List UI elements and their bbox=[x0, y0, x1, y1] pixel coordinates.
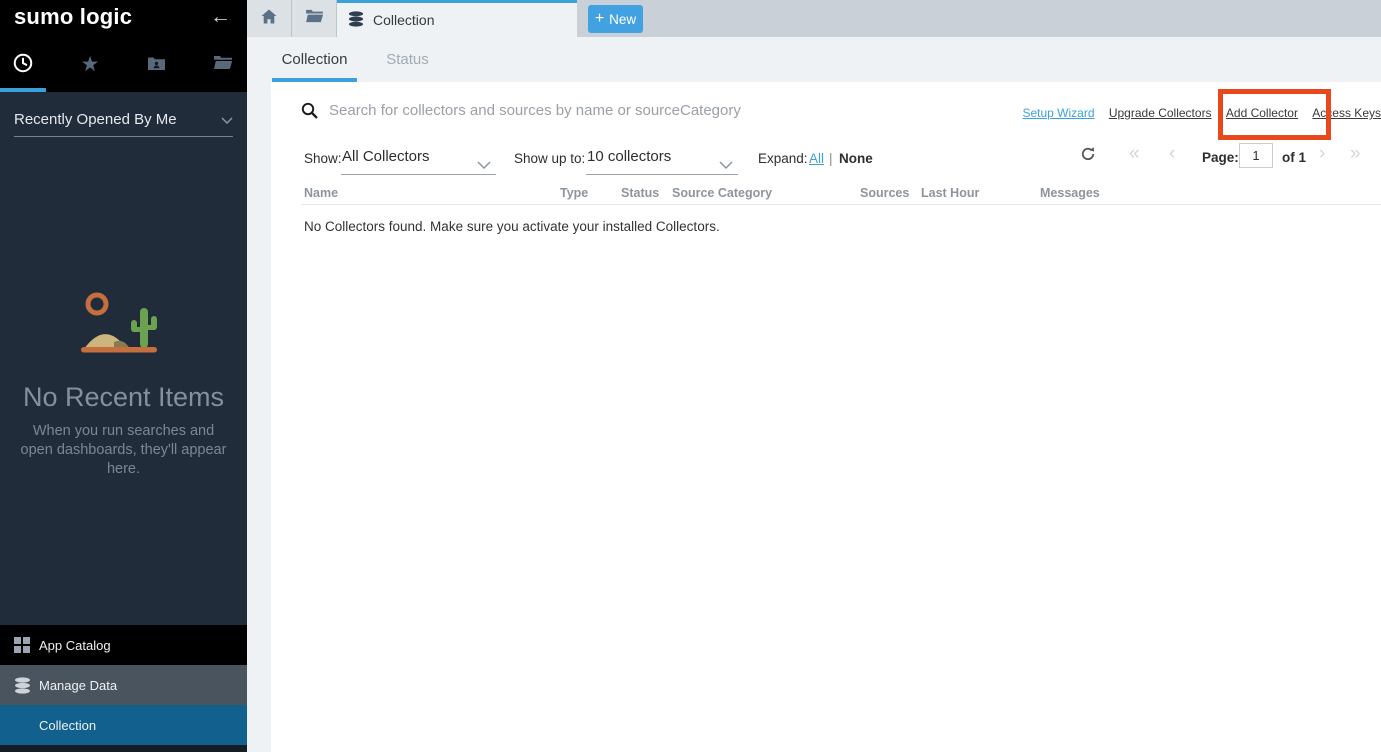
sidebar-item-manage-data[interactable]: Manage Data bbox=[0, 665, 247, 705]
sidebar-item-app-catalog[interactable]: App Catalog bbox=[0, 625, 247, 665]
star-icon: ★ bbox=[81, 55, 100, 75]
expand-all-link[interactable]: All bbox=[809, 151, 824, 166]
database-icon bbox=[348, 11, 364, 30]
show-up-to-dropdown-underline bbox=[586, 174, 738, 175]
menu-item-label: App Catalog bbox=[39, 638, 111, 653]
access-keys-link[interactable]: Access Keys bbox=[1312, 106, 1381, 120]
setup-wizard-link[interactable]: Setup Wizard bbox=[1022, 106, 1094, 120]
recently-opened-label: Recently Opened By Me bbox=[14, 111, 177, 128]
show-dropdown[interactable]: All Collectors bbox=[342, 148, 430, 165]
tab-library[interactable] bbox=[208, 52, 238, 78]
add-collector-link[interactable]: Add Collector bbox=[1226, 106, 1298, 120]
folder-open-icon bbox=[305, 9, 324, 28]
prev-page-icon[interactable]: ‹ bbox=[1169, 143, 1175, 165]
collection-panel: Setup Wizard Upgrade Collectors Add Coll… bbox=[271, 82, 1381, 752]
plus-icon: + bbox=[595, 12, 604, 26]
search-icon bbox=[301, 102, 318, 124]
refresh-icon[interactable] bbox=[1080, 146, 1096, 167]
sidebar-bottom-strip bbox=[0, 745, 247, 752]
clock-icon bbox=[12, 52, 34, 79]
column-header-source-category[interactable]: Source Category bbox=[672, 186, 772, 200]
first-page-icon[interactable]: « bbox=[1129, 143, 1140, 165]
tab-recent[interactable] bbox=[8, 52, 38, 78]
sidebar-item-collection[interactable]: Collection bbox=[0, 705, 247, 745]
collapse-sidebar-icon[interactable]: ← bbox=[210, 5, 231, 29]
column-header-last-hour[interactable]: Last Hour bbox=[921, 186, 979, 200]
menu-item-label: Manage Data bbox=[39, 678, 117, 693]
column-header-type[interactable]: Type bbox=[560, 186, 588, 200]
chevron-down-icon[interactable] bbox=[719, 156, 733, 174]
sidebar-menu: App Catalog Manage Data Collection bbox=[0, 625, 247, 752]
next-page-icon[interactable]: › bbox=[1319, 143, 1325, 165]
desert-illustration bbox=[76, 292, 172, 363]
tab-collection-label: Collection bbox=[373, 12, 434, 28]
last-page-icon[interactable]: » bbox=[1350, 143, 1361, 165]
home-icon bbox=[261, 9, 277, 29]
content-area: Setup Wizard Upgrade Collectors Add Coll… bbox=[247, 82, 1381, 752]
no-recent-items-subtitle: When you run searches and open dashboard… bbox=[18, 422, 229, 479]
tab-favorites[interactable]: ★ bbox=[75, 52, 105, 78]
subtab-collection[interactable]: Collection bbox=[272, 37, 357, 82]
chevron-down-icon[interactable] bbox=[477, 156, 491, 174]
show-label: Show: bbox=[304, 151, 342, 166]
search-input[interactable] bbox=[329, 96, 969, 124]
toolbar-links: Setup Wizard Upgrade Collectors Add Coll… bbox=[1011, 106, 1381, 120]
sub-tab-bar: Collection Status bbox=[247, 37, 1381, 82]
tab-collection[interactable]: Collection bbox=[337, 0, 577, 37]
table-header-divider bbox=[301, 204, 1381, 205]
sidebar: sumo logic ← ★ Recently Opened By Me bbox=[0, 0, 247, 752]
no-recent-items-title: No Recent Items bbox=[0, 382, 247, 413]
folder-user-icon bbox=[147, 55, 166, 76]
sidebar-header: sumo logic ← ★ bbox=[0, 0, 247, 92]
database-icon bbox=[14, 677, 31, 694]
chevron-down-icon bbox=[221, 111, 233, 128]
page-total-label: of 1 bbox=[1282, 150, 1306, 165]
column-header-messages[interactable]: Messages bbox=[1040, 186, 1100, 200]
folder-tab-button[interactable] bbox=[292, 0, 337, 37]
recently-opened-dropdown[interactable]: Recently Opened By Me bbox=[14, 103, 233, 137]
column-header-status[interactable]: Status bbox=[621, 186, 659, 200]
folder-open-icon bbox=[213, 55, 233, 75]
show-up-to-label: Show up to: bbox=[514, 151, 585, 166]
upgrade-collectors-link[interactable]: Upgrade Collectors bbox=[1109, 106, 1212, 120]
top-tab-bar: Collection + New bbox=[247, 0, 1381, 37]
page-number-input[interactable] bbox=[1239, 143, 1273, 168]
show-up-to-dropdown[interactable]: 10 collectors bbox=[587, 148, 671, 165]
expand-separator: | bbox=[829, 151, 833, 166]
tab-personal-folder[interactable] bbox=[141, 52, 171, 78]
expand-label: Expand: bbox=[758, 151, 808, 166]
show-dropdown-underline bbox=[341, 174, 496, 175]
new-button[interactable]: + New bbox=[588, 5, 643, 33]
active-tab-indicator bbox=[0, 88, 46, 92]
home-tab-button[interactable] bbox=[247, 0, 292, 37]
menu-item-label: Collection bbox=[39, 718, 96, 733]
column-header-sources[interactable]: Sources bbox=[860, 186, 909, 200]
subtab-status[interactable]: Status bbox=[365, 37, 450, 82]
page-label: Page: bbox=[1202, 150, 1239, 165]
sumo-logic-logo: sumo logic bbox=[14, 4, 132, 30]
expand-none-link[interactable]: None bbox=[839, 151, 873, 166]
new-button-label: New bbox=[609, 12, 636, 27]
column-header-name[interactable]: Name bbox=[304, 186, 338, 200]
app-grid-icon bbox=[14, 637, 31, 653]
empty-table-message: No Collectors found. Make sure you activ… bbox=[304, 219, 720, 234]
main-area: Collection + New Collection Status Setup… bbox=[247, 0, 1381, 752]
